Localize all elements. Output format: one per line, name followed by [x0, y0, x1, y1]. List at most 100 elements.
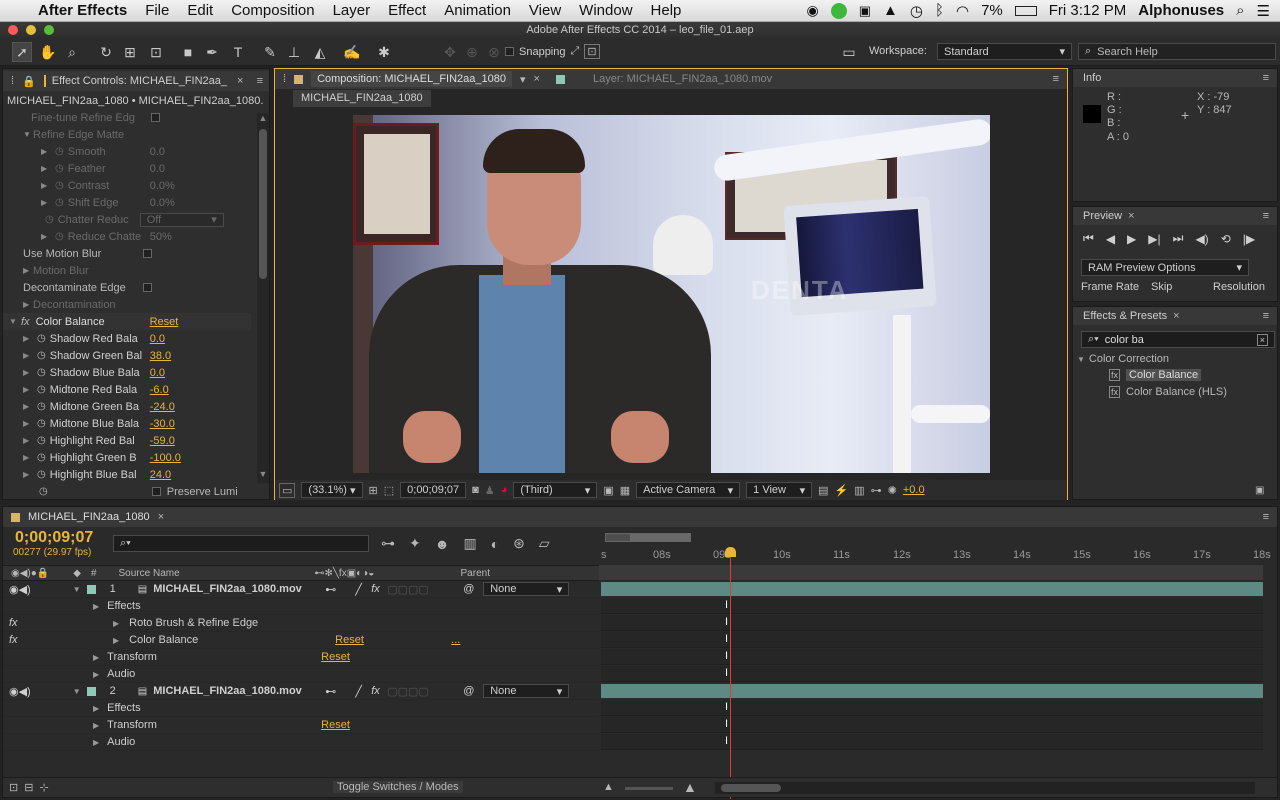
disclosure-triangle-icon[interactable]: ▶ [93, 721, 99, 730]
first-frame-icon[interactable]: ⏮ [1083, 231, 1094, 246]
effect-property-row[interactable]: ▶ ◷ Shift Edge 0.0% [3, 194, 251, 211]
stopwatch-icon[interactable]: ◷ [39, 486, 48, 497]
property-value[interactable]: 0.0% [150, 180, 175, 192]
battery-text[interactable]: 7% [981, 2, 1003, 19]
battery-icon[interactable] [1014, 5, 1037, 16]
disclosure-triangle-icon[interactable]: ▶ [23, 453, 33, 462]
workspace-dropdown[interactable]: Standard ▾ [937, 43, 1072, 60]
preserve-luminosity-row[interactable]: ◷ Preserve Lumi [3, 483, 251, 499]
color-balance-param-row[interactable]: ▶ ◷ Shadow Green Bal 38.0 [3, 347, 251, 364]
reset-button[interactable]: Reset [335, 634, 451, 646]
label-color-swatch[interactable] [86, 686, 96, 696]
fast-previews-icon[interactable]: ⚡ [835, 484, 849, 497]
always-preview-icon[interactable]: ▭ [279, 482, 296, 498]
disclosure-triangle-icon[interactable]: ▶ [23, 436, 33, 445]
clear-search-icon[interactable]: × [1256, 333, 1268, 346]
disclosure-triangle-icon[interactable]: ▶ [23, 334, 33, 343]
expand-modes-icon[interactable]: ⊟ [24, 781, 33, 794]
effect-property-row[interactable]: Use Motion Blur [3, 245, 251, 262]
panel-menu-icon[interactable]: ≡ [1263, 210, 1269, 222]
chevron-down-icon[interactable]: ▾ [520, 73, 526, 86]
stopwatch-icon[interactable]: ◷ [55, 163, 64, 174]
stopwatch-icon[interactable]: ◷ [37, 435, 46, 446]
shy-switch-icon[interactable]: ⊷ [325, 685, 355, 698]
panel-menu-icon[interactable]: ≡ [257, 75, 263, 87]
param-value[interactable]: -30.0 [150, 418, 175, 430]
selection-tool-icon[interactable]: ➚ [12, 42, 32, 62]
effect-item-color-balance[interactable]: fx Color Balance [1109, 369, 1202, 381]
magnification-dropdown[interactable]: (33.1%) ▾ [301, 482, 363, 498]
axis-mode-icon[interactable]: ✥ [440, 42, 460, 62]
color-balance-param-row[interactable]: ▶ ◷ Highlight Red Bal -59.0 [3, 432, 251, 449]
disclosure-triangle-icon[interactable]: ▶ [23, 368, 33, 377]
menu-effect[interactable]: Effect [379, 2, 435, 19]
evernote-icon[interactable]: ▣ [859, 3, 871, 19]
new-folder-icon[interactable]: ▣ [1255, 485, 1264, 496]
property-value[interactable]: 0.0% [150, 197, 175, 209]
current-time-display[interactable]: 0;00;09;07 [400, 482, 467, 498]
stopwatch-icon[interactable]: ◷ [55, 146, 64, 157]
menu-file[interactable]: File [136, 2, 178, 19]
property-checkbox[interactable] [151, 113, 160, 122]
parent-dropdown[interactable]: None ▾ [483, 684, 570, 698]
brainstorm-icon[interactable]: ▱ [539, 535, 550, 552]
resolution-dropdown[interactable]: (Third) ▾ [513, 482, 598, 498]
close-icon[interactable]: × [534, 73, 540, 85]
param-value[interactable]: 0.0 [150, 333, 165, 345]
disclosure-triangle-icon[interactable]: ▶ [41, 232, 51, 241]
property-row[interactable]: ▶ Audio [3, 734, 599, 751]
wifi-icon[interactable]: ◠ [956, 2, 969, 20]
fx-icon[interactable]: fx [21, 316, 30, 328]
param-value[interactable]: -6.0 [150, 384, 169, 396]
view-axis-icon[interactable]: ⊗ [484, 42, 504, 62]
pen-tool-icon[interactable]: ✒ [202, 42, 222, 62]
preview-tab[interactable]: Preview [1083, 210, 1122, 222]
keyframe-marker[interactable]: I [725, 667, 728, 679]
stopwatch-icon[interactable]: ◷ [45, 214, 54, 225]
property-dropdown[interactable]: Off ▾ [139, 212, 224, 227]
disclosure-triangle-icon[interactable]: ▶ [23, 351, 33, 360]
reset-button[interactable]: Reset [150, 316, 179, 328]
safe-margins-icon[interactable]: ⊞ [369, 484, 378, 497]
disclosure-triangle-icon[interactable]: ▼ [73, 687, 81, 696]
effect-property-row[interactable]: ▶ ◷ Smooth 0.0 [3, 143, 251, 160]
disclosure-triangle-icon[interactable]: ▼ [23, 130, 33, 139]
brush-tool-icon[interactable]: ✎ [260, 42, 280, 62]
parent-dropdown[interactable]: None ▾ [483, 582, 570, 596]
expand-timing-icon[interactable]: ⊹ [39, 781, 48, 794]
parent-pickwhip-icon[interactable]: @ [463, 583, 477, 595]
eye-icon[interactable]: ◉◀) [9, 685, 31, 698]
snapping-toggle[interactable]: Snapping ⤢ ⊡ [505, 44, 600, 59]
disclosure-triangle-icon[interactable]: ▶ [113, 636, 119, 645]
layer-name[interactable]: MICHAEL_FIN2aa_1080.mov [153, 583, 325, 595]
disclosure-triangle-icon[interactable]: ▶ [41, 181, 51, 190]
region-of-interest-icon[interactable]: ▣ [603, 484, 613, 497]
horizontal-scrollbar[interactable] [715, 782, 1255, 794]
panel-menu-icon[interactable]: ≡ [1263, 310, 1269, 322]
disclosure-triangle-icon[interactable]: ▶ [23, 419, 33, 428]
switch-boxes[interactable]: ▢▢▢▢ [387, 583, 463, 596]
toggle-pixel-aspect-icon[interactable]: ▤ [818, 484, 828, 497]
keyframe-marker[interactable]: I [725, 701, 728, 713]
stopwatch-icon[interactable]: ◷ [37, 333, 46, 344]
scrollbar[interactable]: ▲ ▼ [257, 113, 269, 483]
panel-menu-icon[interactable]: ≡ [1053, 73, 1059, 85]
disclosure-triangle-icon[interactable]: ▶ [23, 385, 33, 394]
close-icon[interactable]: × [158, 511, 164, 523]
graph-editor-icon[interactable]: ⊛ [513, 535, 525, 552]
effect-item-color-balance-hls[interactable]: fx Color Balance (HLS) [1109, 386, 1227, 398]
disclosure-triangle-icon[interactable]: ▶ [113, 619, 119, 628]
property-row[interactable]: ▶ Effects [3, 598, 599, 615]
disclosure-triangle-icon[interactable]: ▼ [9, 317, 19, 326]
time-ruler[interactable]: s 08s 09s 10s 11s 12s 13s 14s 15s 16s 17s 18s [599, 529, 1277, 581]
eraser-tool-icon[interactable]: ◭ [310, 42, 330, 62]
menu-view[interactable]: View [520, 2, 570, 19]
info-tab[interactable]: Info [1083, 72, 1101, 84]
color-balance-effect-header[interactable]: ▼ fx Color Balance Reset [3, 313, 251, 330]
comp-mini-flowchart-icon[interactable]: ⊶ [381, 535, 395, 552]
stopwatch-icon[interactable]: ◷ [55, 197, 64, 208]
panel-menu-icon[interactable]: ≡ [1263, 511, 1269, 523]
snapping-checkbox[interactable] [505, 47, 514, 56]
layer-duration-bar[interactable] [601, 684, 1263, 698]
disclosure-triangle-icon[interactable]: ▶ [93, 670, 99, 679]
